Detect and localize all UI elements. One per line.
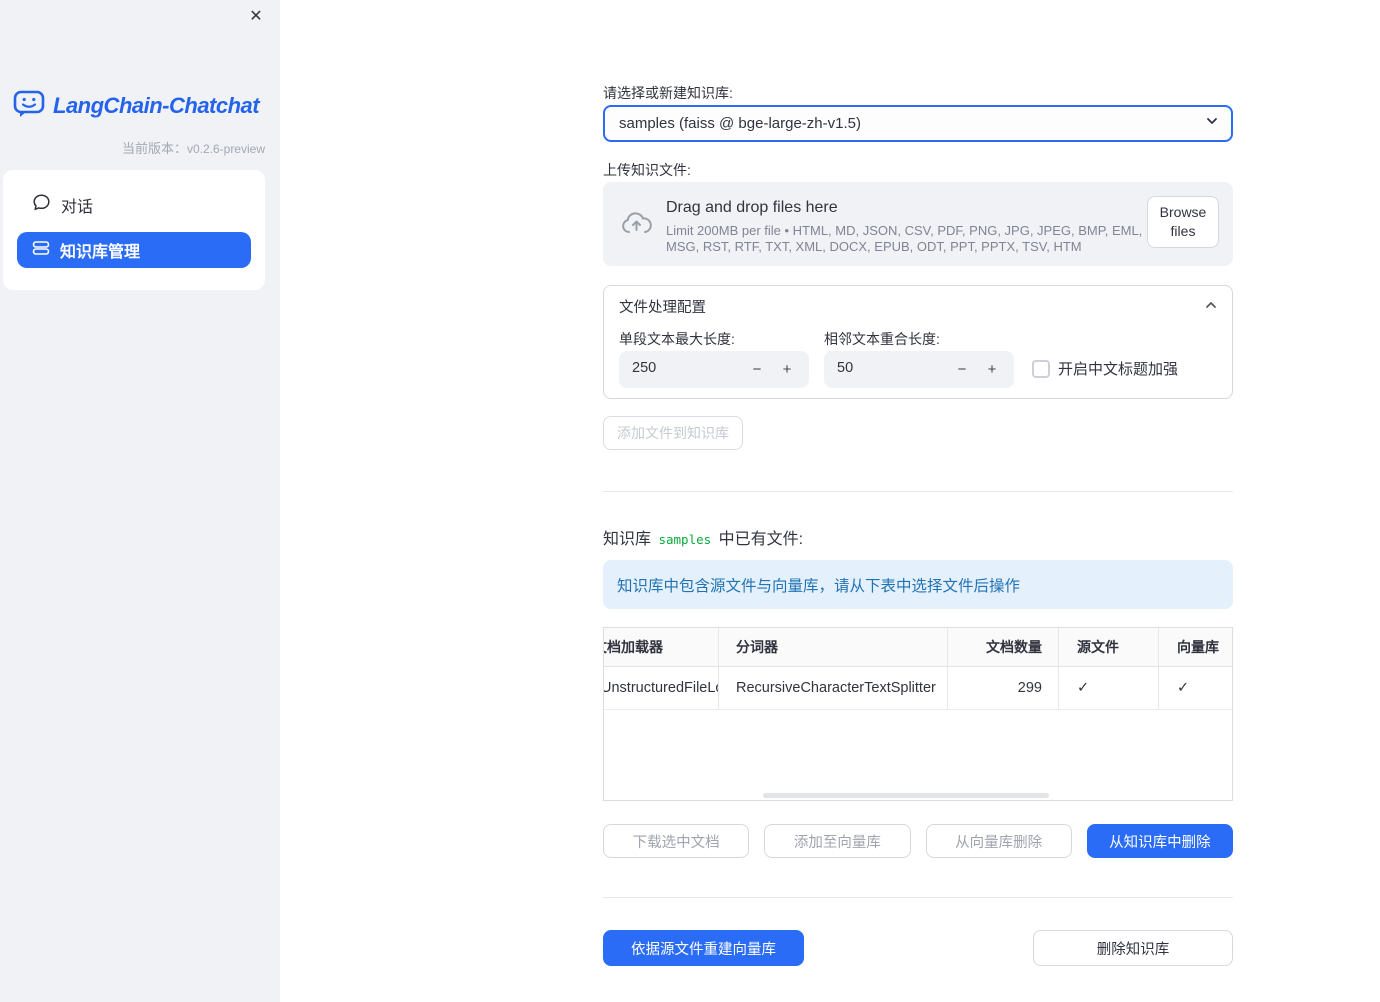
decrement-button[interactable]: −	[743, 351, 771, 388]
chunk-size-stepper[interactable]: 250 − +	[619, 351, 809, 388]
add-files-to-kb-button[interactable]: 添加文件到知识库	[603, 416, 743, 450]
dropzone-limit-text: Limit 200MB per file • HTML, MD, JSON, C…	[666, 223, 1143, 254]
download-selected-button[interactable]: 下载选中文档	[603, 824, 750, 858]
overlap-size-stepper[interactable]: 50 − +	[824, 351, 1014, 388]
divider	[603, 491, 1233, 492]
browse-files-button[interactable]: Browse files	[1147, 196, 1219, 248]
decrement-button[interactable]: −	[948, 351, 976, 388]
table-header-row: 文档加载器 分词器 文档数量 源文件 向量库	[604, 628, 1232, 667]
col-source-file-header: 源文件	[1058, 628, 1158, 666]
stacked-list-icon	[32, 239, 50, 262]
kb-name-code: samples	[658, 532, 712, 547]
check-mark-icon: ✓	[1177, 680, 1190, 696]
expander-title: 文件处理配置	[619, 300, 706, 316]
main-content: 请选择或新建知识库: samples (faiss @ bge-large-zh…	[280, 0, 1380, 1002]
app-logo: LangChain-Chatchat	[12, 86, 260, 125]
delete-from-kb-button[interactable]: 从知识库中删除	[1086, 824, 1233, 858]
add-to-vector-store-button[interactable]: 添加至向量库	[764, 824, 911, 858]
kb-selected-value: samples (faiss @ bge-large-zh-v1.5)	[619, 115, 861, 132]
file-config-expander: 文件处理配置 单段文本最大长度: 250 − + 相邻文本重合长度: 50 − …	[603, 285, 1233, 399]
sidebar-close-button[interactable]: ✕	[246, 7, 266, 27]
zh-title-enhance-checkbox-row[interactable]: 开启中文标题加强	[1032, 358, 1178, 379]
table-horizontal-scrollbar[interactable]	[763, 793, 1049, 798]
sidebar-item-label: 对话	[61, 199, 94, 216]
increment-button[interactable]: +	[978, 351, 1006, 388]
chunk-size-value: 250	[632, 360, 657, 376]
overlap-size-label: 相邻文本重合长度:	[824, 331, 940, 347]
chevron-down-icon	[1205, 114, 1219, 133]
sidebar-item-dialogue[interactable]: 对话	[17, 187, 251, 223]
chevron-up-icon	[1204, 298, 1218, 317]
sidebar-nav: 对话 知识库管理	[3, 170, 265, 290]
info-banner: 知识库中包含源文件与向量库，请从下表中选择文件后操作	[603, 560, 1233, 609]
dropzone-title: Drag and drop files here	[666, 199, 838, 216]
file-action-buttons: 下载选中文档 添加至向量库 从向量库删除 从知识库中删除	[603, 824, 1233, 858]
upload-label: 上传知识文件:	[603, 162, 691, 178]
increment-button[interactable]: +	[773, 351, 801, 388]
cell-loader: UnstructuredFileLoader	[604, 680, 718, 696]
chat-bubble-icon	[32, 193, 51, 217]
sidebar-item-label: 知识库管理	[60, 244, 141, 261]
col-doc-count-header: 文档数量	[947, 628, 1058, 666]
cell-doc-count: 299	[947, 667, 1058, 709]
app-title: LangChain-Chatchat	[53, 92, 260, 118]
table-row[interactable]: UnstructuredFileLoader RecursiveCharacte…	[604, 667, 1232, 710]
app-root: ✕ LangChain-Chatchat 当前版本：v0.2.6-preview	[0, 0, 1380, 1002]
overlap-size-value: 50	[837, 360, 854, 376]
logo-chat-smiley-icon	[12, 86, 46, 125]
check-mark-icon: ✓	[1077, 680, 1090, 696]
expander-header[interactable]: 文件处理配置	[604, 286, 1232, 324]
checkbox-unchecked-icon[interactable]	[1032, 359, 1050, 378]
sidebar: ✕ LangChain-Chatchat 当前版本：v0.2.6-preview	[0, 0, 280, 1002]
files-table: 文档加载器 分词器 文档数量 源文件 向量库 UnstructuredFileL…	[603, 627, 1233, 801]
col-splitter-header: 分词器	[718, 628, 947, 666]
checkbox-label: 开启中文标题加强	[1058, 361, 1179, 378]
cell-vector-store-check: ✓	[1158, 667, 1232, 709]
rebuild-vector-store-button[interactable]: 依据源文件重建向量库	[603, 930, 804, 966]
kb-select-label: 请选择或新建知识库:	[603, 85, 733, 101]
cell-source-file-check: ✓	[1058, 667, 1158, 709]
info-banner-text: 知识库中包含源文件与向量库，请从下表中选择文件后操作	[617, 577, 1021, 595]
delete-kb-button[interactable]: 删除知识库	[1033, 930, 1233, 966]
divider	[603, 897, 1233, 898]
chunk-size-label: 单段文本最大长度:	[619, 331, 735, 347]
sidebar-item-knowledge-base[interactable]: 知识库管理	[17, 232, 251, 268]
version-text: 当前版本：v0.2.6-preview	[121, 141, 265, 156]
file-dropzone[interactable]: Drag and drop files here Limit 200MB per…	[603, 182, 1233, 266]
cell-splitter: RecursiveCharacterTextSplitter	[718, 667, 947, 709]
existing-files-heading: 知识库 samples 中已有文件:	[603, 531, 804, 548]
close-icon: ✕	[249, 8, 263, 25]
kb-selectbox[interactable]: samples (faiss @ bge-large-zh-v1.5)	[603, 105, 1233, 142]
col-vector-store-header: 向量库	[1158, 628, 1232, 666]
col-loader-header: 文档加载器	[604, 639, 663, 655]
cloud-upload-icon	[620, 208, 653, 246]
delete-from-vector-store-button[interactable]: 从向量库删除	[925, 824, 1072, 858]
